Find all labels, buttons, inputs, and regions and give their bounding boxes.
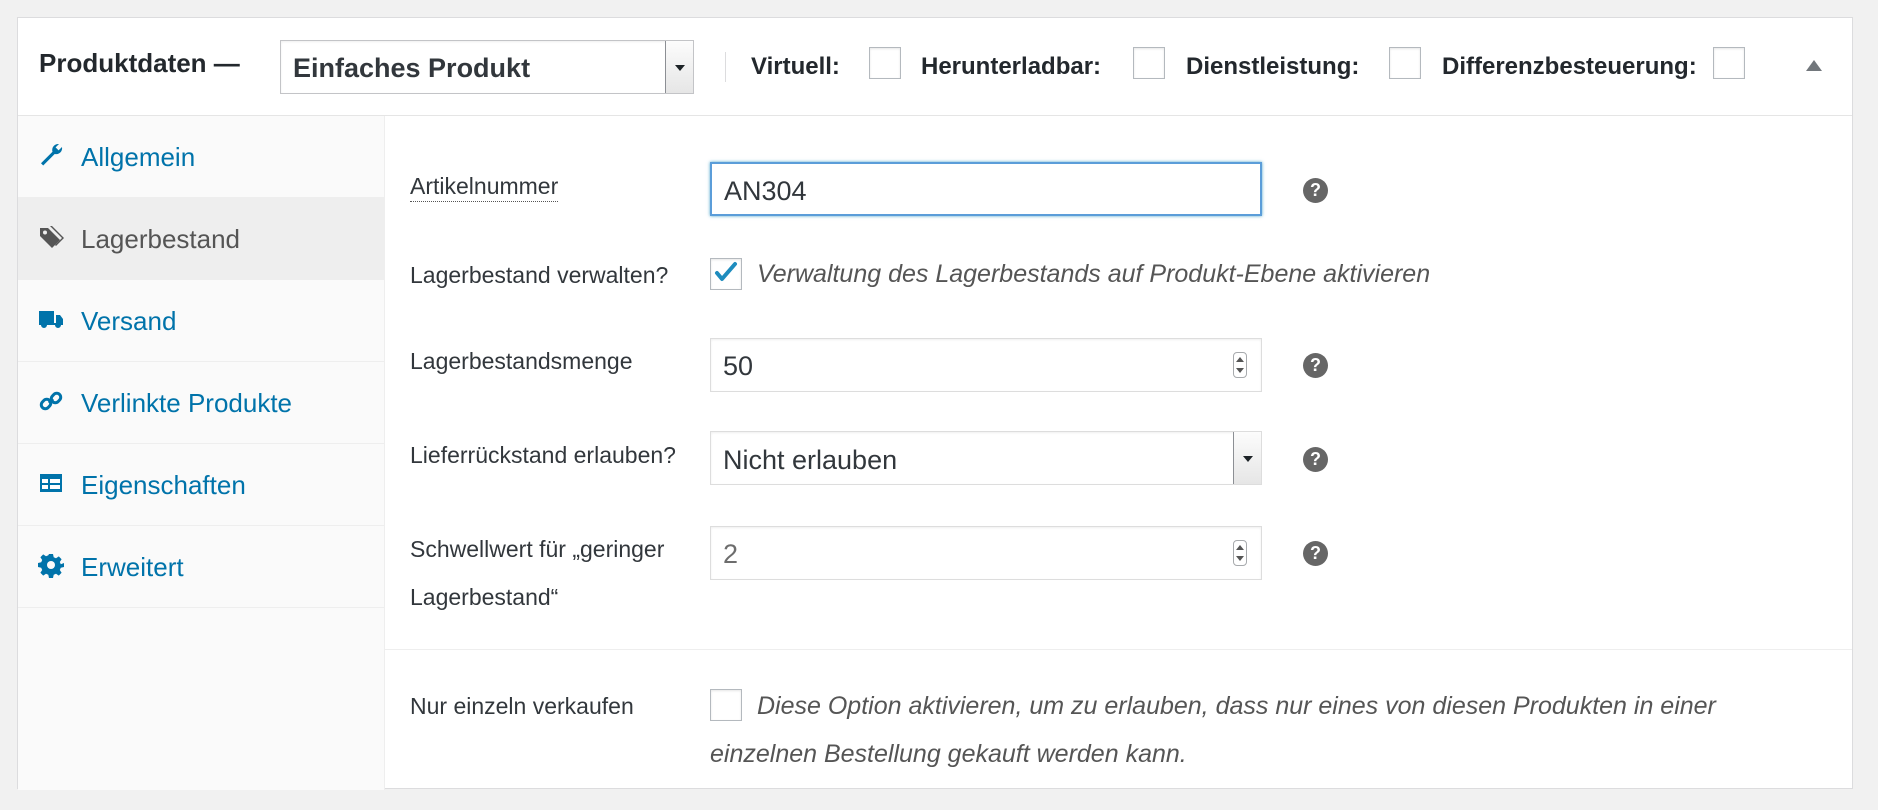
- stock-qty-label: Lagerbestandsmenge: [410, 348, 633, 374]
- low-stock-input[interactable]: 2: [710, 526, 1262, 580]
- margin-tax-checkbox[interactable]: [1713, 47, 1745, 79]
- tab-erweitert[interactable]: Erweitert: [18, 526, 384, 608]
- header-separator: [725, 52, 726, 82]
- product-data-tabs: Allgemein Lagerbestand Versand Verlinkte…: [18, 116, 385, 790]
- flag-virtual-label: Virtuell:: [751, 53, 840, 80]
- chevron-down-icon[interactable]: [1233, 432, 1261, 484]
- backorders-label: Lieferrückstand erlauben?: [410, 442, 676, 468]
- manage-stock-label: Lagerbestand verwalten?: [410, 262, 669, 288]
- tab-allgemein[interactable]: Allgemein: [18, 116, 384, 198]
- product-type-value: Einfaches Produkt: [293, 53, 531, 83]
- manage-stock-description: Verwaltung des Lagerbestands auf Produkt…: [757, 260, 1431, 288]
- stock-qty-input[interactable]: 50: [710, 338, 1262, 392]
- tab-verlinkte-produkte-label: Verlinkte Produkte: [81, 388, 293, 418]
- backorders-help-icon[interactable]: ?: [1303, 447, 1328, 472]
- low-stock-value: 2: [723, 539, 739, 569]
- tab-erweitert-label: Erweitert: [81, 552, 184, 582]
- tab-verlinkte-produkte[interactable]: Verlinkte Produkte: [18, 362, 384, 444]
- section-divider: [385, 649, 1852, 650]
- inventory-options: Artikelnummer AN304 ? Lagerbestand verwa…: [385, 116, 1852, 790]
- gear-icon: [38, 552, 64, 578]
- chevron-down-icon[interactable]: [665, 41, 693, 93]
- sold-individually-checkbox[interactable]: [710, 689, 742, 721]
- backorders-value: Nicht erlauben: [723, 445, 898, 475]
- tab-versand[interactable]: Versand: [18, 280, 384, 362]
- low-stock-label-line1: Schwellwert für „geringer: [410, 536, 665, 562]
- tab-eigenschaften-label: Eigenschaften: [81, 470, 246, 500]
- product-data-panel: Produktdaten — Einfaches Produkt Virtuel…: [17, 17, 1853, 790]
- panel-header: Produktdaten — Einfaches Produkt Virtuel…: [18, 18, 1852, 116]
- low-stock-help-icon[interactable]: ?: [1303, 541, 1328, 566]
- flag-service-label: Dienstleistung:: [1186, 53, 1360, 80]
- stock-qty-spinner[interactable]: [1233, 352, 1247, 378]
- sku-label-text: Artikelnummer: [410, 173, 559, 202]
- stock-qty-help-icon[interactable]: ?: [1303, 353, 1328, 378]
- tab-eigenschaften[interactable]: Eigenschaften: [18, 444, 384, 526]
- service-checkbox[interactable]: [1389, 47, 1421, 79]
- truck-icon: [38, 306, 64, 332]
- product-type-select[interactable]: Einfaches Produkt: [280, 40, 694, 94]
- table-icon: [38, 470, 64, 496]
- tab-lagerbestand-label: Lagerbestand: [81, 224, 241, 254]
- downloadable-checkbox[interactable]: [1133, 47, 1165, 79]
- tag-icon: [38, 224, 64, 250]
- triangle-up-icon[interactable]: [1806, 60, 1822, 71]
- manage-stock-checkbox[interactable]: [710, 258, 742, 290]
- low-stock-spinner[interactable]: [1233, 540, 1247, 566]
- sku-label: Artikelnummer: [410, 173, 559, 202]
- link-icon: [38, 388, 64, 414]
- flag-margin-tax-label: Differenzbesteuerung:: [1442, 53, 1697, 80]
- sku-help-icon[interactable]: ?: [1303, 178, 1328, 203]
- checkmark-icon: [715, 262, 737, 281]
- tab-allgemein-label: Allgemein: [81, 142, 196, 172]
- flag-downloadable-label: Herunterladbar:: [921, 53, 1102, 80]
- stock-qty-value: 50: [723, 351, 754, 381]
- virtual-checkbox[interactable]: [869, 47, 901, 79]
- tab-versand-label: Versand: [81, 306, 177, 336]
- sku-input[interactable]: AN304: [710, 162, 1262, 216]
- panel-title: Produktdaten —: [39, 48, 240, 78]
- sold-individually-description-line1: Diese Option aktivieren, um zu erlauben,…: [757, 692, 1716, 720]
- low-stock-label-line2: Lagerbestand“: [410, 584, 559, 610]
- backorders-select[interactable]: Nicht erlauben: [710, 431, 1262, 485]
- sold-individually-description-line2: einzelnen Bestellung gekauft werden kann…: [710, 740, 1187, 768]
- sku-value: AN304: [724, 176, 807, 206]
- tab-lagerbestand[interactable]: Lagerbestand: [18, 198, 384, 280]
- sold-individually-label: Nur einzeln verkaufen: [410, 693, 634, 719]
- wrench-icon: [38, 142, 64, 168]
